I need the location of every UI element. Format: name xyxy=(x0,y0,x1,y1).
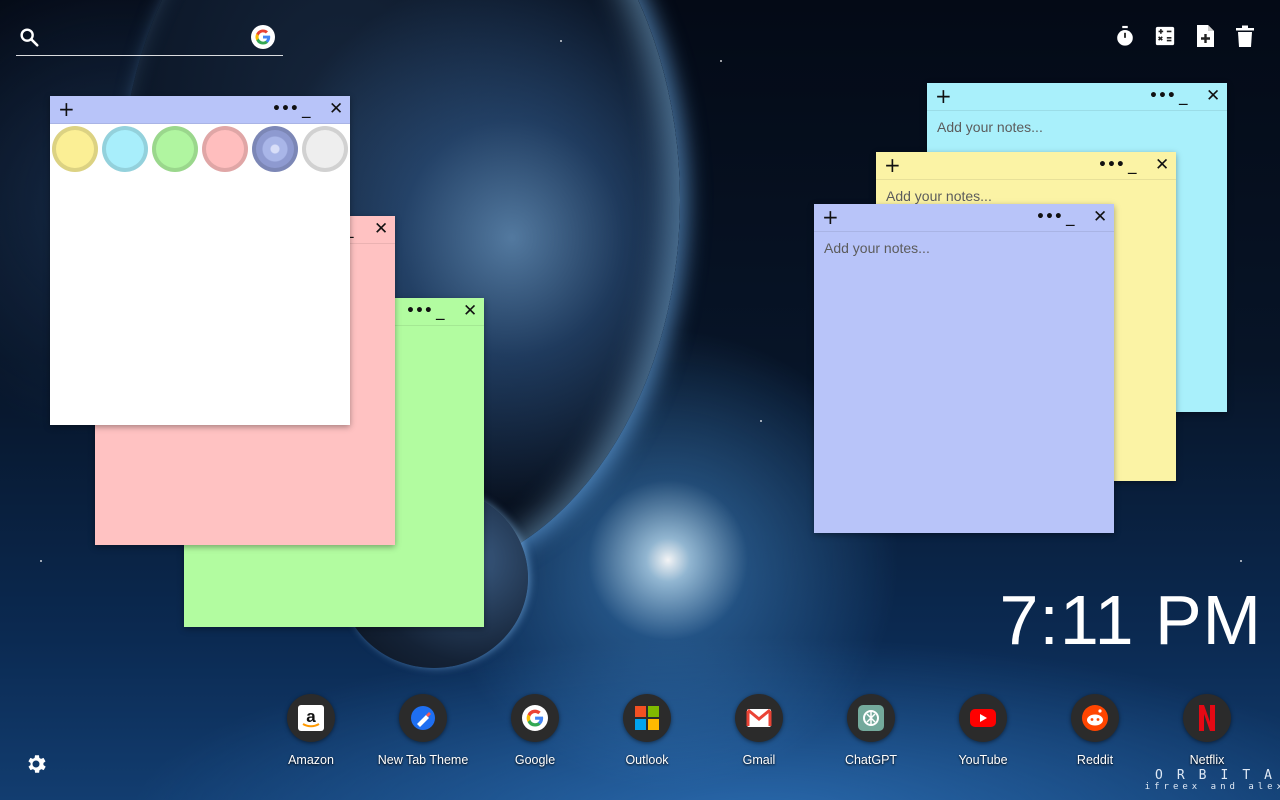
color-swatch-green[interactable] xyxy=(152,126,198,172)
shortcut-google[interactable]: Google xyxy=(479,694,591,767)
search-bar xyxy=(16,22,283,56)
brand-credit: ifreex and alex xyxy=(1144,782,1280,792)
shortcut-label: Outlook xyxy=(625,753,669,767)
new-note-button[interactable] xyxy=(1194,24,1216,48)
clock: 7:11 PM xyxy=(999,581,1262,659)
reddit-icon xyxy=(1071,694,1119,742)
more-options-button[interactable]: ••• xyxy=(272,98,299,120)
trash-button[interactable] xyxy=(1234,24,1256,48)
google-icon xyxy=(255,29,271,45)
google-icon xyxy=(511,694,559,742)
shortcut-chatgpt[interactable]: ChatGPT xyxy=(815,694,927,767)
note-white[interactable]: + ••• _ ✕ xyxy=(50,96,350,425)
shortcut-label: Gmail xyxy=(742,753,776,767)
more-options-button[interactable]: ••• xyxy=(1149,85,1176,107)
note-toolbar: + ••• _ ✕ xyxy=(814,204,1114,232)
close-button[interactable]: ✕ xyxy=(329,98,343,120)
close-button[interactable]: ✕ xyxy=(463,300,477,322)
color-swatch-pink[interactable] xyxy=(202,126,248,172)
brand-watermark: ORBITA ifreex and alex xyxy=(1145,768,1280,792)
color-swatch-yellow[interactable] xyxy=(52,126,98,172)
svg-text:a: a xyxy=(306,707,316,726)
shortcut-label: Netflix xyxy=(1189,753,1225,767)
timer-button[interactable] xyxy=(1114,24,1136,48)
close-button[interactable]: ✕ xyxy=(374,218,388,240)
shortcut-amazon[interactable]: a Amazon xyxy=(255,694,367,767)
shortcut-dock: a Amazon New Tab Theme Google Outlook Gm… xyxy=(255,694,1263,767)
shortcut-label: YouTube xyxy=(958,753,1008,767)
star xyxy=(760,420,762,422)
shortcut-netflix[interactable]: Netflix xyxy=(1151,694,1263,767)
note-text-area[interactable] xyxy=(814,232,1114,472)
color-swatch-gray[interactable] xyxy=(302,126,348,172)
google-search-engine-button[interactable] xyxy=(251,25,275,49)
shortcut-label: ChatGPT xyxy=(844,753,898,767)
more-options-button[interactable]: ••• xyxy=(406,300,433,322)
settings-button[interactable] xyxy=(24,752,48,781)
outlook-icon xyxy=(623,694,671,742)
note-toolbar: + ••• _ ✕ xyxy=(876,152,1176,180)
shortcut-label: Reddit xyxy=(1076,753,1114,767)
note-toolbar: + ••• _ ✕ xyxy=(927,83,1227,111)
shortcut-new-tab-theme[interactable]: New Tab Theme xyxy=(367,694,479,767)
chatgpt-icon xyxy=(847,694,895,742)
netflix-icon xyxy=(1183,694,1231,742)
star xyxy=(560,40,562,42)
shortcut-outlook[interactable]: Outlook xyxy=(591,694,703,767)
toolbar xyxy=(1114,24,1256,48)
add-note-button[interactable]: + xyxy=(822,206,839,228)
calculator-icon xyxy=(1155,26,1175,46)
minimize-button[interactable]: _ xyxy=(1179,85,1188,107)
more-options-button[interactable]: ••• xyxy=(1098,154,1125,176)
add-note-button[interactable]: + xyxy=(884,154,901,176)
minimize-button[interactable]: _ xyxy=(1066,206,1075,228)
more-options-button[interactable]: ••• xyxy=(1036,206,1063,228)
shortcut-gmail[interactable]: Gmail xyxy=(703,694,815,767)
star xyxy=(720,60,722,62)
shortcut-label: Google xyxy=(514,753,556,767)
shortcut-label: Amazon xyxy=(288,753,334,767)
close-button[interactable]: ✕ xyxy=(1155,154,1169,176)
color-swatch-periwinkle-selected[interactable] xyxy=(252,126,298,172)
search-input[interactable] xyxy=(50,26,250,48)
color-picker xyxy=(50,124,350,174)
timer-icon xyxy=(1117,25,1133,46)
calculator-button[interactable] xyxy=(1154,24,1176,48)
add-note-button[interactable]: + xyxy=(58,98,75,120)
minimize-button[interactable]: _ xyxy=(436,300,445,322)
youtube-icon xyxy=(959,694,1007,742)
shortcut-reddit[interactable]: Reddit xyxy=(1039,694,1151,767)
gmail-icon xyxy=(735,694,783,742)
trash-icon xyxy=(1236,25,1254,47)
add-note-button[interactable]: + xyxy=(935,85,952,107)
color-swatch-cyan[interactable] xyxy=(102,126,148,172)
amazon-icon: a xyxy=(287,694,335,742)
new-note-icon xyxy=(1197,25,1214,47)
close-button[interactable]: ✕ xyxy=(1093,206,1107,228)
new-tab-theme-icon xyxy=(399,694,447,742)
minimize-button[interactable]: _ xyxy=(1128,154,1137,176)
gear-icon xyxy=(28,755,46,773)
star xyxy=(40,560,42,562)
minimize-button[interactable]: _ xyxy=(302,98,311,120)
note-periwinkle[interactable]: + ••• _ ✕ xyxy=(814,204,1114,533)
close-button[interactable]: ✕ xyxy=(1206,85,1220,107)
star xyxy=(1240,560,1242,562)
note-toolbar: + ••• _ ✕ xyxy=(50,96,350,124)
brand-name: ORBITA xyxy=(1155,768,1280,783)
shortcut-label: New Tab Theme xyxy=(377,753,469,767)
search-icon[interactable] xyxy=(18,26,40,48)
shortcut-youtube[interactable]: YouTube xyxy=(927,694,1039,767)
